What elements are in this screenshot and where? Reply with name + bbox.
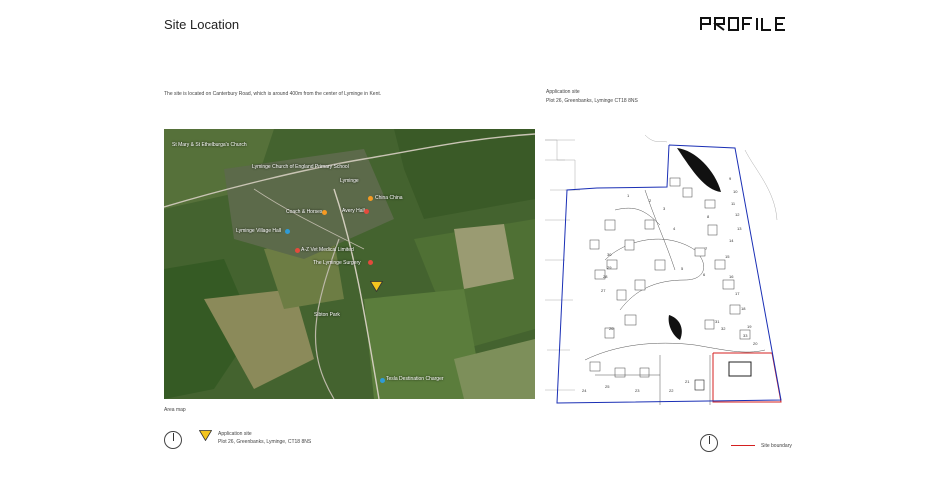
- svg-text:15: 15: [725, 254, 730, 259]
- svg-text:1: 1: [627, 193, 630, 198]
- site-plan-drawing: 1234 5678 9101112 13141516 17181920 2122…: [545, 134, 782, 405]
- svg-text:16: 16: [729, 274, 734, 279]
- svg-text:28: 28: [603, 274, 608, 279]
- svg-text:31: 31: [715, 319, 720, 324]
- svg-text:18: 18: [741, 306, 746, 311]
- map-place-label: Avery Hall: [342, 208, 365, 214]
- map-pin-icon[interactable]: [368, 260, 373, 265]
- svg-text:23: 23: [635, 388, 640, 393]
- marker-legend-title: Application site: [218, 431, 252, 437]
- profile-logo: [700, 17, 785, 31]
- map-place-label: The Lyminge Surgery: [313, 260, 361, 266]
- map-pin-icon[interactable]: [295, 248, 300, 253]
- svg-text:7: 7: [705, 246, 708, 251]
- map-pin-icon[interactable]: [322, 210, 327, 215]
- marker-legend-address: Plot 26, Greenbanks, Lyminge, CT18 8NS: [218, 439, 312, 445]
- map-place-label: Tesla Destination Charger: [386, 376, 444, 382]
- application-site-title: Application site: [546, 89, 580, 95]
- svg-text:17: 17: [735, 291, 740, 296]
- map-pin-icon[interactable]: [285, 229, 290, 234]
- north-arrow-icon: [164, 431, 182, 449]
- svg-text:11: 11: [731, 201, 736, 206]
- site-boundary-label: Site boundary: [761, 443, 792, 449]
- map-place-label: Coach & Horses: [286, 209, 323, 215]
- svg-text:30: 30: [607, 252, 612, 257]
- area-map[interactable]: St Mary & St Ethelburga's Church Lyminge…: [164, 129, 535, 399]
- map-caption: Area map: [164, 407, 186, 413]
- svg-text:14: 14: [729, 238, 734, 243]
- application-site-marker-icon[interactable]: [370, 281, 383, 292]
- map-pin-icon[interactable]: [364, 209, 369, 214]
- svg-text:21: 21: [685, 379, 690, 384]
- svg-text:2: 2: [649, 198, 652, 203]
- svg-text:26: 26: [609, 326, 614, 331]
- map-place-label: Lyminge Church of England Primary School: [252, 164, 349, 170]
- intro-text: The site is located on Canterbury Road, …: [164, 91, 382, 97]
- svg-text:27: 27: [601, 288, 606, 293]
- application-site-label: Application site Plot 26, Greenbanks, Ly…: [546, 88, 638, 106]
- svg-text:33: 33: [743, 333, 748, 338]
- svg-text:4: 4: [673, 226, 676, 231]
- svg-text:29: 29: [607, 265, 612, 270]
- svg-text:24: 24: [582, 388, 587, 393]
- map-place-label: St Mary & St Ethelburga's Church: [172, 142, 247, 148]
- map-pin-icon[interactable]: [368, 196, 373, 201]
- svg-text:22: 22: [669, 388, 674, 393]
- map-place-label: Lyminge Village Hall: [236, 228, 282, 234]
- application-site-address: Plot 26, Greenbanks, Lyminge CT18 8NS: [546, 98, 638, 104]
- svg-text:8: 8: [707, 214, 710, 219]
- map-place-label: China China: [375, 195, 403, 201]
- svg-text:32: 32: [721, 326, 726, 331]
- svg-text:3: 3: [663, 206, 666, 211]
- svg-text:19: 19: [747, 324, 752, 329]
- map-pin-icon[interactable]: [380, 378, 385, 383]
- svg-text:13: 13: [737, 226, 742, 231]
- svg-text:9: 9: [729, 176, 732, 181]
- map-place-label: A-Z Vet Medical Limited: [301, 247, 354, 253]
- map-place-label: Lyminge: [340, 178, 359, 184]
- svg-text:5: 5: [681, 266, 684, 271]
- svg-text:10: 10: [733, 189, 738, 194]
- north-arrow-icon: [700, 434, 718, 452]
- map-place-label: Sibton Park: [314, 312, 340, 318]
- svg-text:6: 6: [703, 272, 706, 277]
- page-title: Site Location: [164, 17, 240, 32]
- svg-text:25: 25: [605, 384, 610, 389]
- svg-text:12: 12: [735, 212, 740, 217]
- site-marker-legend-icon: [199, 430, 212, 441]
- svg-text:20: 20: [753, 341, 758, 346]
- site-boundary-line-icon: [731, 445, 755, 446]
